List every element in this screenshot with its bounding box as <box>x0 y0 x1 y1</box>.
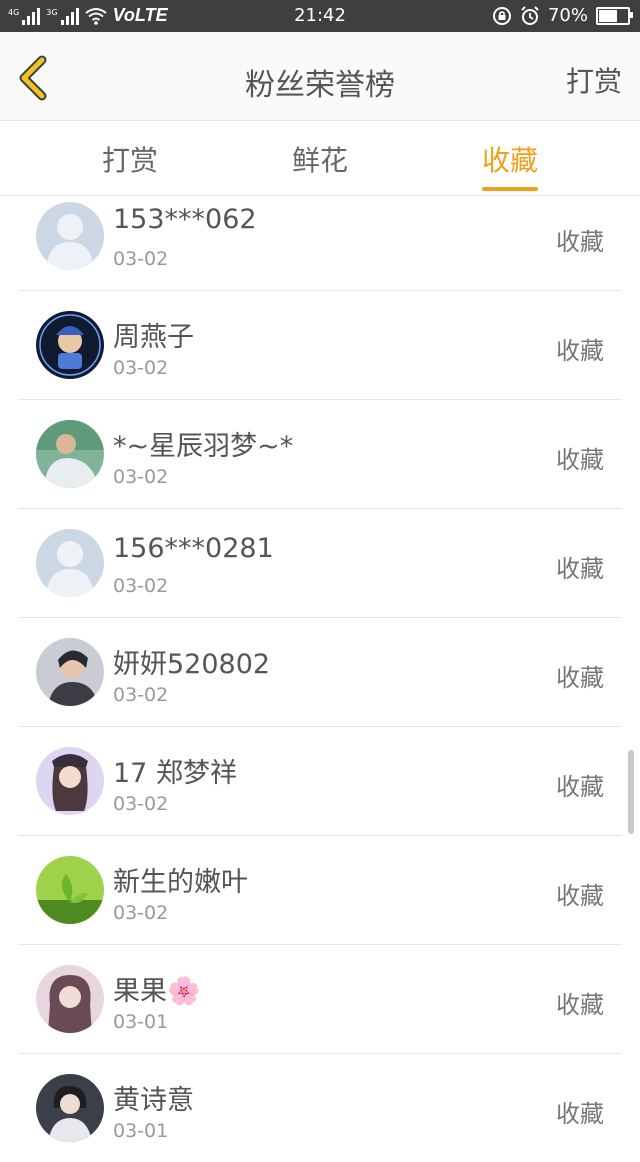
avatar <box>36 529 104 597</box>
fan-name: 153***062 <box>113 204 257 235</box>
fan-date: 03-01 <box>113 1011 169 1033</box>
fan-date: 03-02 <box>113 684 169 706</box>
tab-flowers[interactable]: 鲜花 <box>292 139 348 179</box>
battery-icon <box>596 6 633 25</box>
favorite-label: 收藏 <box>556 991 604 1019</box>
fan-date: 03-02 <box>113 248 169 270</box>
fan-date: 03-01 <box>113 1120 169 1142</box>
status-right: 70% <box>492 5 633 26</box>
tab-reward[interactable]: 打赏 <box>102 139 158 179</box>
avatar <box>36 1074 104 1142</box>
tab-label: 打赏 <box>102 144 159 177</box>
alarm-icon <box>521 5 539 25</box>
avatar <box>36 311 104 379</box>
avatar <box>36 856 104 924</box>
list-item[interactable]: 156***0281 03-02 收藏 <box>18 509 622 618</box>
fan-name: *~星辰羽梦~* <box>113 431 294 462</box>
scrollbar[interactable] <box>628 750 634 834</box>
favorite-label: 收藏 <box>556 882 604 910</box>
reward-button[interactable]: 打赏 <box>566 60 622 100</box>
fan-name: 周燕子 <box>113 322 194 353</box>
page-title: 粉丝荣誉榜 <box>245 68 395 103</box>
list-item[interactable]: 果果🌸 03-01 收藏 <box>18 945 622 1054</box>
cartoon-boy-icon <box>36 311 104 379</box>
default-user-icon <box>36 529 104 597</box>
favorite-label: 收藏 <box>556 555 604 583</box>
list-item[interactable]: 17 郑梦祥 03-02 收藏 <box>18 727 622 836</box>
list-item[interactable]: 新生的嫩叶 03-02 收藏 <box>18 836 622 945</box>
avatar <box>36 965 104 1033</box>
tab-favorites[interactable]: 收藏 <box>482 139 539 191</box>
fan-date: 03-02 <box>113 902 169 924</box>
fan-date: 03-02 <box>113 466 169 488</box>
list-item[interactable]: 周燕子 03-02 收藏 <box>18 291 622 400</box>
fan-name: 黄诗意 <box>113 1085 194 1116</box>
tab-bar: 打赏 鲜花 收藏 <box>0 121 640 196</box>
fan-name: 新生的嫩叶 <box>113 867 248 898</box>
status-bar: 4G 3G VoLTE 21:42 70% <box>0 0 640 32</box>
tab-label: 收藏 <box>482 144 539 177</box>
favorite-label: 收藏 <box>556 337 604 365</box>
header: 粉丝荣誉榜 打赏 <box>0 32 640 121</box>
favorite-label: 收藏 <box>556 446 604 474</box>
favorite-label: 收藏 <box>556 773 604 801</box>
fan-date: 03-02 <box>113 357 169 379</box>
favorite-label: 收藏 <box>556 664 604 692</box>
default-user-icon <box>36 202 104 270</box>
avatar <box>36 638 104 706</box>
tab-label: 鲜花 <box>292 144 349 177</box>
favorite-label: 收藏 <box>556 1100 604 1128</box>
list-item[interactable]: 妍妍520802 03-02 收藏 <box>18 618 622 727</box>
list-item[interactable]: 黄诗意 03-01 收藏 <box>18 1054 622 1162</box>
girl-photo-icon <box>36 965 104 1033</box>
avatar <box>36 202 104 270</box>
anime-girl-icon <box>36 747 104 815</box>
fan-name: 果果🌸 <box>113 976 201 1007</box>
battery-percent: 70% <box>547 5 588 26</box>
fan-date: 03-02 <box>113 793 169 815</box>
active-tab-indicator <box>482 187 539 191</box>
fan-name: 156***0281 <box>113 533 274 564</box>
person-photo-icon <box>36 420 104 488</box>
girl-photo-icon <box>36 1074 104 1142</box>
fan-name: 17 郑梦祥 <box>113 758 237 789</box>
fan-date: 03-02 <box>113 575 169 597</box>
fan-list: 153***062 03-02 收藏 周燕子 03-02 收藏 *~星辰羽梦~*… <box>0 196 640 1162</box>
portrait-photo-icon <box>36 638 104 706</box>
rotation-lock-icon <box>492 6 511 25</box>
fan-name: 妍妍520802 <box>113 649 271 680</box>
avatar <box>36 420 104 488</box>
list-item[interactable]: *~星辰羽梦~* 03-02 收藏 <box>18 400 622 509</box>
list-item[interactable]: 153***062 03-02 收藏 <box>18 196 622 291</box>
green-leaf-icon <box>36 856 104 924</box>
avatar <box>36 747 104 815</box>
favorite-label: 收藏 <box>556 228 604 256</box>
